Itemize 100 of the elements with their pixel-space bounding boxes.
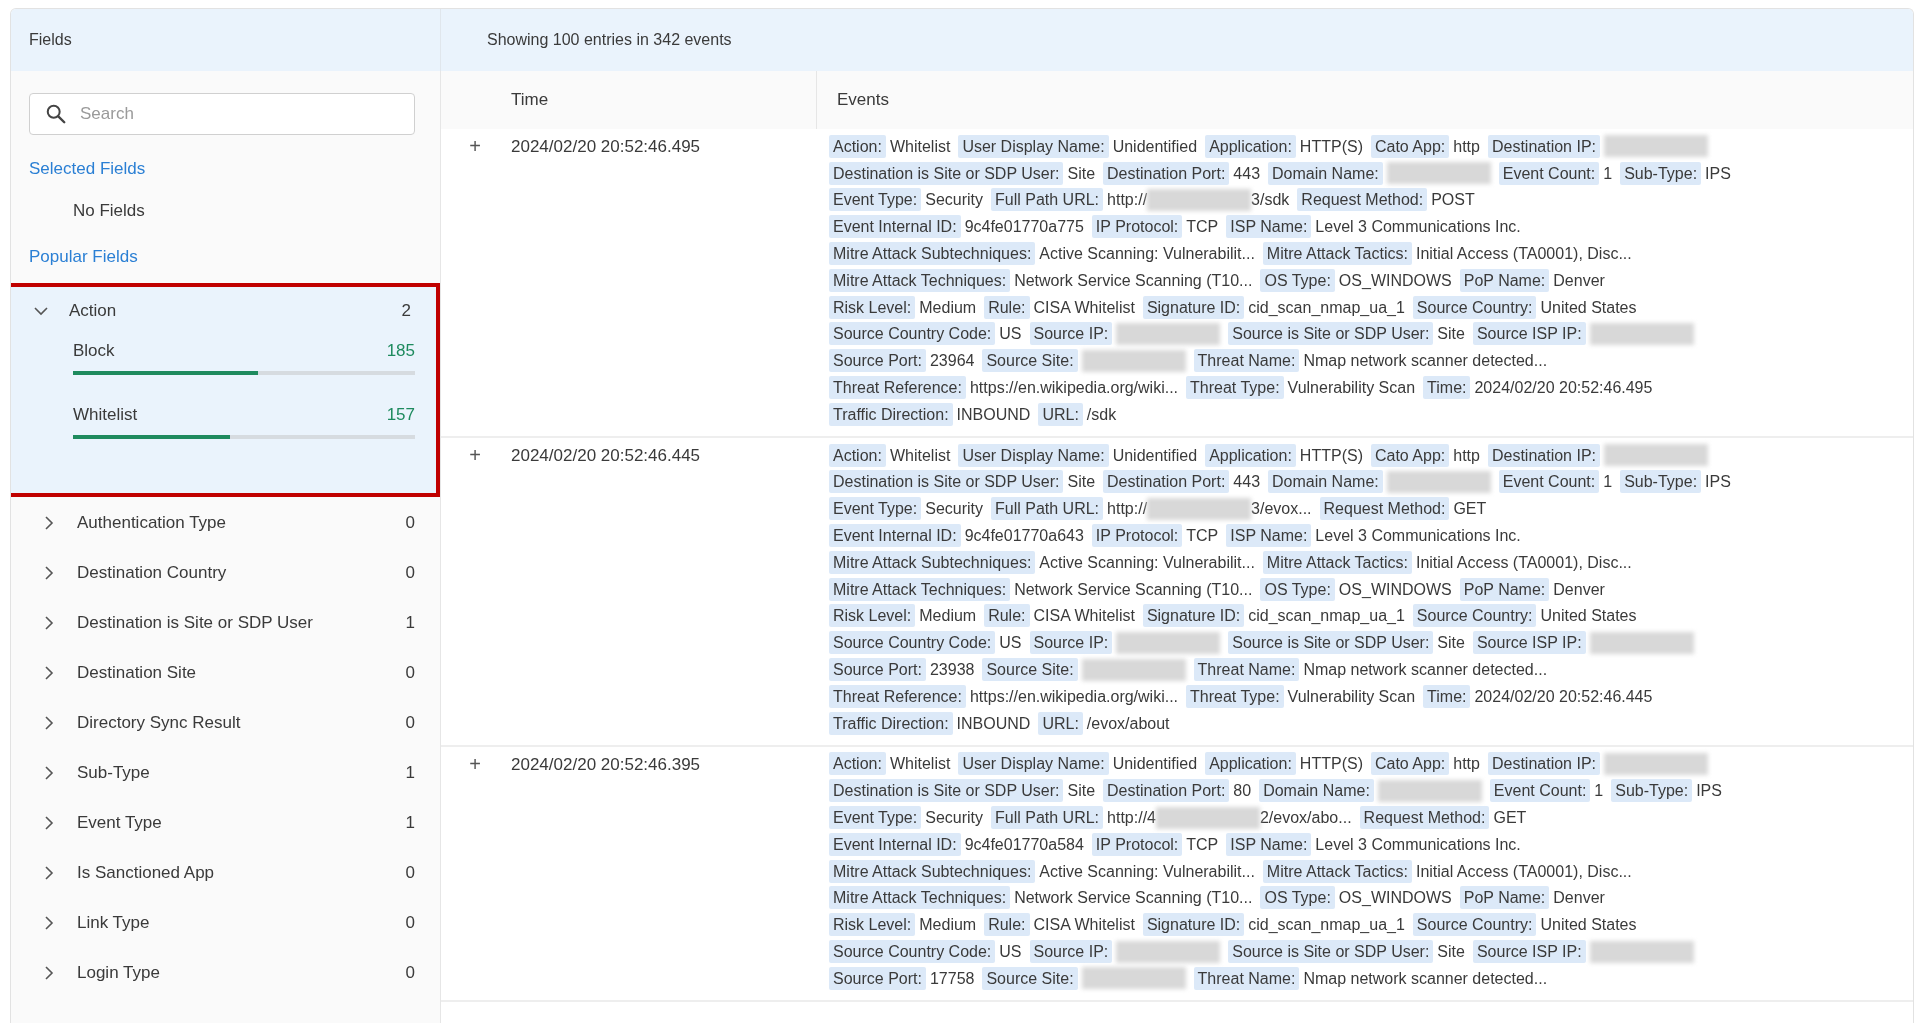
field-key: Request Method:: [1319, 497, 1450, 521]
field-key: Threat Name:: [1193, 966, 1300, 990]
field-key: Source Port:: [829, 658, 926, 682]
field-key: Mitre Attack Tactics:: [1262, 859, 1412, 883]
field-key: Threat Name:: [1193, 658, 1300, 682]
field-item[interactable]: Login Type 0: [11, 949, 440, 997]
field-value: GET: [1453, 499, 1487, 520]
value-count: 185: [386, 341, 415, 361]
field-item[interactable]: Link Type 0: [11, 899, 440, 947]
field-key: Application:: [1205, 134, 1296, 158]
field-value: Security: [925, 808, 983, 828]
field-key: Full Path URL:: [991, 188, 1104, 212]
field-item[interactable]: Destination is Site or SDP User 1: [11, 599, 440, 647]
field-value: https://en.wikipedia.org/wiki...: [969, 686, 1179, 707]
field-item[interactable]: Destination Country 0: [11, 549, 440, 597]
search-field[interactable]: Search: [29, 93, 415, 135]
field-value: Medium: [919, 297, 977, 318]
field-key: Traffic Direction:: [829, 402, 953, 426]
field-key: Event Type:: [829, 806, 922, 829]
field-key: Source ISP IP:: [1472, 322, 1586, 346]
field-value: Unidentified: [1112, 445, 1198, 466]
field-key: ISP Name:: [1226, 832, 1312, 856]
field-key: Rule:: [984, 604, 1030, 628]
field-key: Sub-Type:: [1611, 779, 1693, 803]
field-value: cid_scan_nmap_ua_1: [1248, 915, 1405, 936]
field-key: Source Site:: [982, 349, 1078, 373]
expand-button[interactable]: +: [463, 135, 487, 157]
field-value: http: [1453, 754, 1480, 775]
field-value: Active Scanning: Vulnerabilit...: [1039, 552, 1255, 573]
field-key: Mitre Attack Subtechniques:: [829, 859, 1036, 883]
field-value: IPS: [1696, 781, 1722, 802]
field-value: 23964: [929, 351, 975, 372]
field-item[interactable]: Is Sanctioned App 0: [11, 849, 440, 897]
field-key: User Display Name:: [958, 443, 1109, 467]
field-value: Site: [1437, 324, 1465, 345]
field-item[interactable]: Action 2: [11, 287, 436, 335]
field-key: IP Protocol:: [1091, 215, 1183, 239]
field-key: Mitre Attack Techniques:: [829, 268, 1011, 292]
field-item[interactable]: Sub-Type 1: [11, 749, 440, 797]
field-value: 3/sdk: [1251, 190, 1290, 211]
field-key: Signature ID:: [1142, 604, 1245, 628]
empty-message: No Fields: [72, 200, 146, 222]
field-value: Level 3 Communications Inc.: [1315, 526, 1521, 547]
field-key: Source IP:: [1029, 322, 1113, 346]
field-value: Denver: [1553, 579, 1605, 600]
expand-button[interactable]: +: [463, 443, 487, 466]
field-key: URL:: [1038, 402, 1083, 426]
field-key: Time:: [1423, 376, 1471, 400]
field-item[interactable]: Destination Site 0: [11, 649, 440, 697]
field-value: 1: [1603, 163, 1613, 184]
field-value: Active Scanning: Vulnerabilit...: [1039, 861, 1255, 882]
field-key: Source Port:: [829, 966, 926, 990]
field-key: Threat Reference:: [829, 684, 966, 708]
field-value: Whitelist: [889, 754, 951, 775]
field-value: /evox/about: [1086, 713, 1170, 734]
field-key: Source Site:: [982, 966, 1078, 990]
field-value: http://4: [1107, 808, 1156, 828]
field-value: Site: [1437, 633, 1465, 654]
field-value: Medium: [919, 606, 977, 627]
field-key: Destination Port:: [1103, 161, 1230, 185]
results-summary: Showing 100 entries in 342 events: [487, 31, 732, 49]
field-value: Security: [925, 190, 983, 211]
field-key: OS Type:: [1260, 886, 1335, 910]
field-value: 2024/02/20 20:52:46.495: [1474, 378, 1653, 399]
field-key: Source Country Code:: [829, 940, 996, 963]
field-key: Event Internal ID:: [829, 215, 961, 239]
field-key: Destination is Site or SDP User:: [829, 161, 1064, 185]
field-key: Traffic Direction:: [829, 711, 953, 735]
field-item[interactable]: Event Type 1: [11, 799, 440, 847]
field-value: IPS: [1705, 163, 1731, 184]
value-count: 157: [386, 405, 415, 425]
field-key: Destination IP:: [1487, 752, 1600, 776]
field-value: United States: [1540, 606, 1637, 627]
field-value: HTTP(S): [1299, 136, 1363, 157]
field-key: Signature ID:: [1142, 295, 1245, 319]
field-key: Source Country Code:: [829, 322, 996, 346]
field-key: Source Site:: [982, 658, 1078, 682]
field-value: http: [1453, 445, 1480, 466]
field-value: Nmap network scanner detected...: [1303, 351, 1548, 372]
field-key: Destination Port:: [1103, 779, 1230, 803]
field-item[interactable]: Authentication Type 0: [11, 499, 440, 547]
field-key: Source Country:: [1412, 604, 1537, 628]
field-key: Source Country:: [1412, 295, 1537, 319]
expand-button[interactable]: +: [463, 752, 487, 775]
field-value: cid_scan_nmap_ua_1: [1248, 297, 1405, 318]
field-value: 1: [1594, 781, 1604, 802]
field-key: Source is Site or SDP User:: [1228, 322, 1434, 346]
field-value: IPS: [1705, 472, 1731, 493]
field-key: PoP Name:: [1459, 886, 1550, 910]
field-item[interactable]: Directory Sync Result 0: [11, 699, 440, 747]
field-key: Source ISP IP:: [1472, 940, 1586, 963]
time-cell-text: 2024/02/20 20:52:46.395: [511, 753, 701, 776]
field-value: Nmap network scanner detected...: [1303, 660, 1548, 681]
field-key: ISP Name:: [1226, 524, 1312, 548]
field-key: Domain Name:: [1268, 470, 1383, 494]
field-value: United States: [1540, 915, 1637, 936]
field-value: CISA Whitelist: [1033, 297, 1135, 318]
field-value: Level 3 Communications Inc.: [1315, 834, 1521, 855]
field-value: 443: [1233, 163, 1261, 184]
field-value: Network Service Scanning (T10...: [1014, 579, 1253, 600]
